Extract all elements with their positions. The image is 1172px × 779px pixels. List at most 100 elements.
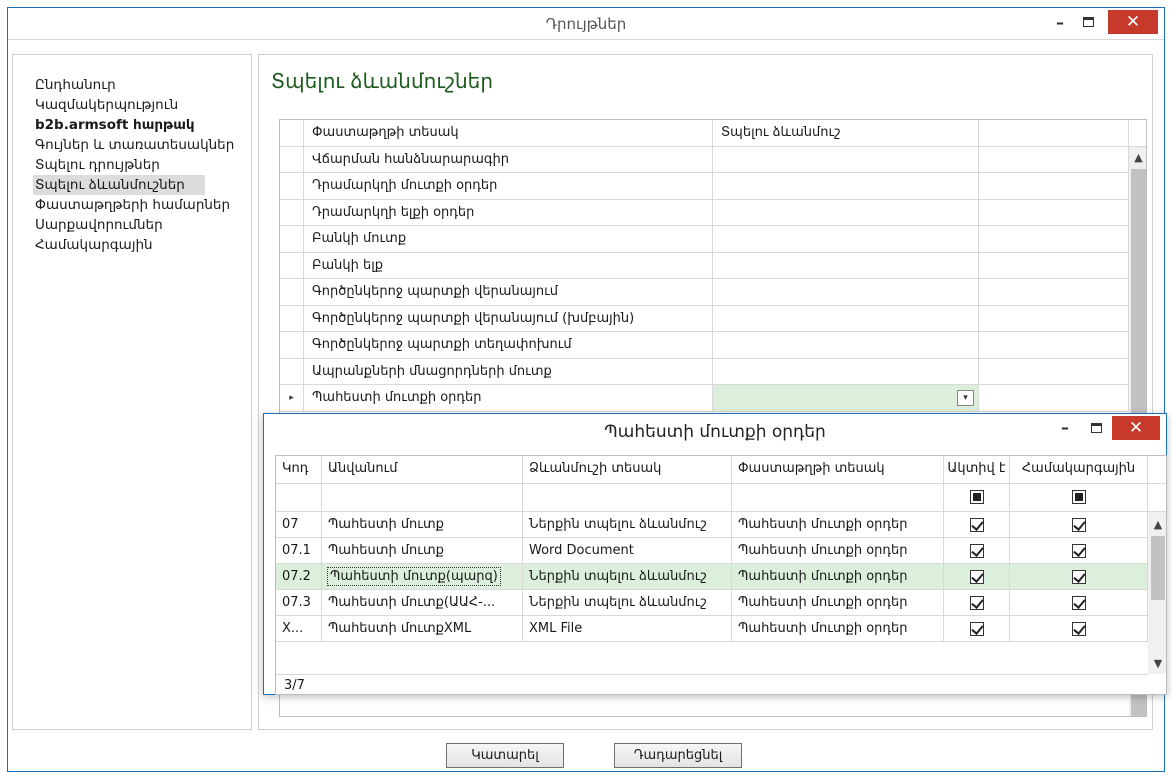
column-header-name[interactable]: Անվանում: [322, 456, 523, 483]
scroll-up-icon[interactable]: ▲: [1148, 518, 1166, 531]
table-row[interactable]: Գործընկերոջ պարտքի վերանայում: [280, 279, 1146, 306]
system-checkbox[interactable]: [1071, 621, 1086, 636]
template-cell[interactable]: [713, 332, 979, 358]
template-cell[interactable]: ▾: [713, 385, 979, 411]
template-cell[interactable]: [713, 199, 979, 225]
vertical-scrollbar[interactable]: ▲ ▼: [1148, 512, 1166, 674]
column-header-template[interactable]: Տպելու ձևանմուշ: [713, 120, 979, 146]
column-header-blank: [979, 120, 1129, 146]
active-checkbox[interactable]: [969, 569, 984, 584]
system-checkbox[interactable]: [1071, 569, 1086, 584]
table-row-selected[interactable]: 07.2 Պահեստի մուտք(պարզ) Ներքին տպելու ձ…: [276, 564, 1166, 590]
column-header-code[interactable]: Կոդ: [276, 456, 322, 483]
nav-item-print-templates[interactable]: Տպելու ձևանմուշներ: [33, 175, 205, 195]
column-header-active[interactable]: Ակտիվ է: [944, 456, 1010, 483]
table-row[interactable]: Ապրանքների մնացորդների մուտք: [280, 358, 1146, 385]
nav-item-b2b-platform[interactable]: b2b.armsoft հարթակ: [33, 115, 251, 135]
table-row[interactable]: Դրամարկղի մուտքի օրդեր: [280, 173, 1146, 200]
doc-type-cell[interactable]: Գործընկերոջ պարտքի վերանայում (խմբային): [304, 305, 713, 331]
nav-item-system[interactable]: Համակարգային: [33, 235, 251, 255]
filter-code[interactable]: [276, 484, 322, 511]
nav-item-print-settings[interactable]: Տպելու դրույթներ: [33, 155, 251, 175]
scroll-up-icon[interactable]: ▲: [1129, 151, 1146, 164]
template-type-cell: Ներքին տպելու ձևանմուշ: [523, 590, 732, 615]
column-header-system[interactable]: Համակարգային: [1010, 456, 1148, 483]
nav-item-colors-fonts[interactable]: Գույներ և տառատեսակներ: [33, 135, 251, 155]
doc-type-cell[interactable]: Բանկի մուտք: [304, 226, 713, 252]
doc-type-cell[interactable]: Դրամարկղի մուտքի օրդեր: [304, 173, 713, 199]
template-cell[interactable]: [713, 279, 979, 305]
maximize-icon[interactable]: [1074, 8, 1102, 36]
filter-doc-type[interactable]: [732, 484, 944, 511]
nav-item-general[interactable]: Ընդհանուր: [33, 75, 251, 95]
filter-active-checkbox[interactable]: [969, 489, 984, 504]
filter-system-checkbox[interactable]: [1071, 489, 1086, 504]
table-row[interactable]: Վճարման հանձնարարագիր: [280, 146, 1146, 173]
template-cell[interactable]: [713, 252, 979, 278]
close-icon[interactable]: ✕: [1112, 416, 1160, 440]
system-checkbox[interactable]: [1071, 543, 1086, 558]
active-checkbox[interactable]: [969, 595, 984, 610]
table-row[interactable]: Բանկի ելք: [280, 252, 1146, 279]
template-cell[interactable]: [713, 358, 979, 384]
table-row[interactable]: X... Պահեստի մուտքXML XML File Պահեստի մ…: [276, 616, 1166, 642]
scrollbar-thumb[interactable]: [1151, 536, 1165, 600]
doc-type-cell[interactable]: Բանկի ելք: [304, 252, 713, 278]
name-cell: Պահեստի մուտք(ԱԱՀ-...: [322, 590, 523, 615]
doc-type-cell[interactable]: Պահեստի մուտքի օրդեր: [304, 385, 713, 411]
blank-cell: [979, 305, 1129, 331]
doc-type-cell[interactable]: Գործընկերոջ պարտքի վերանայում: [304, 279, 713, 305]
template-cell[interactable]: [713, 146, 979, 172]
system-checkbox[interactable]: [1071, 595, 1086, 610]
template-cell[interactable]: [713, 226, 979, 252]
doc-type-cell[interactable]: Վճարման հանձնարարագիր: [304, 146, 713, 172]
filter-template-type[interactable]: [523, 484, 732, 511]
table-row[interactable]: 07 Պահեստի մուտք Ներքին տպելու ձևանմուշ …: [276, 512, 1166, 538]
grid-header-row: Փաստաթղթի տեսակ Տպելու ձևանմուշ: [280, 120, 1146, 147]
nav-item-devices[interactable]: Սարքավորումներ: [33, 215, 251, 235]
template-cell[interactable]: [713, 305, 979, 331]
column-header-doc-type[interactable]: Փաստաթղթի տեսակ: [304, 120, 713, 146]
current-row-arrow-icon: ▸: [280, 385, 304, 411]
table-row[interactable]: Գործընկերոջ պարտքի վերանայում (խմբային): [280, 305, 1146, 332]
minimize-icon[interactable]: –: [1046, 8, 1074, 36]
doc-type-cell: Պահեստի մուտքի օրդեր: [732, 538, 944, 563]
blank-cell: [979, 226, 1129, 252]
doc-type-cell: Պահեստի մուտքի օրդեր: [732, 616, 944, 641]
scroll-down-icon[interactable]: ▼: [1148, 657, 1166, 670]
filter-name[interactable]: [322, 484, 523, 511]
title-bar[interactable]: Դրույթներ – ✕: [8, 8, 1164, 40]
ok-button[interactable]: Կատարել: [446, 743, 564, 768]
name-cell: Պահեստի մուտք: [322, 512, 523, 537]
doc-type-cell[interactable]: Գործընկերոջ պարտքի տեղափոխում: [304, 332, 713, 358]
blank-cell: [979, 332, 1129, 358]
system-checkbox[interactable]: [1071, 517, 1086, 532]
table-row[interactable]: Գործընկերոջ պարտքի տեղափոխում: [280, 332, 1146, 359]
code-cell: 07.3: [276, 590, 322, 615]
active-checkbox[interactable]: [969, 621, 984, 636]
nav-item-organization[interactable]: Կազմակերպություն: [33, 95, 251, 115]
column-header-template-type[interactable]: Ձևանմուշի տեսակ: [523, 456, 732, 483]
table-row[interactable]: Բանկի մուտք: [280, 226, 1146, 253]
template-cell[interactable]: [713, 173, 979, 199]
table-row[interactable]: 07.3 Պահեստի մուտք(ԱԱՀ-... Ներքին տպելու…: [276, 590, 1166, 616]
minimize-icon[interactable]: –: [1054, 418, 1076, 437]
template-type-cell: Ներքին տպելու ձևանմուշ: [523, 564, 732, 589]
table-row[interactable]: Դրամարկղի ելքի օրդեր: [280, 199, 1146, 226]
column-header-doc-type[interactable]: Փաստաթղթի տեսակ: [732, 456, 944, 483]
cancel-button[interactable]: Դադարեցնել: [614, 743, 742, 768]
active-checkbox[interactable]: [969, 517, 984, 532]
row-indicator: [280, 358, 304, 384]
doc-type-cell: Պահեստի մուտքի օրդեր: [732, 590, 944, 615]
doc-type-cell[interactable]: Դրամարկղի ելքի օրդեր: [304, 199, 713, 225]
active-checkbox[interactable]: [969, 543, 984, 558]
nav-item-document-numbers[interactable]: Փաստաթղթերի համարներ: [33, 195, 251, 215]
close-icon[interactable]: ✕: [1108, 10, 1158, 34]
chevron-down-icon[interactable]: ▾: [957, 390, 974, 406]
maximize-icon[interactable]: [1091, 423, 1102, 433]
row-indicator: [280, 332, 304, 358]
code-cell: 07: [276, 512, 322, 537]
table-row[interactable]: 07.1 Պահեստի մուտք Word Document Պահեստի…: [276, 538, 1166, 564]
table-row-current[interactable]: ▸ Պահեստի մուտքի օրդեր ▾: [280, 385, 1146, 412]
doc-type-cell[interactable]: Ապրանքների մնացորդների մուտք: [304, 358, 713, 384]
